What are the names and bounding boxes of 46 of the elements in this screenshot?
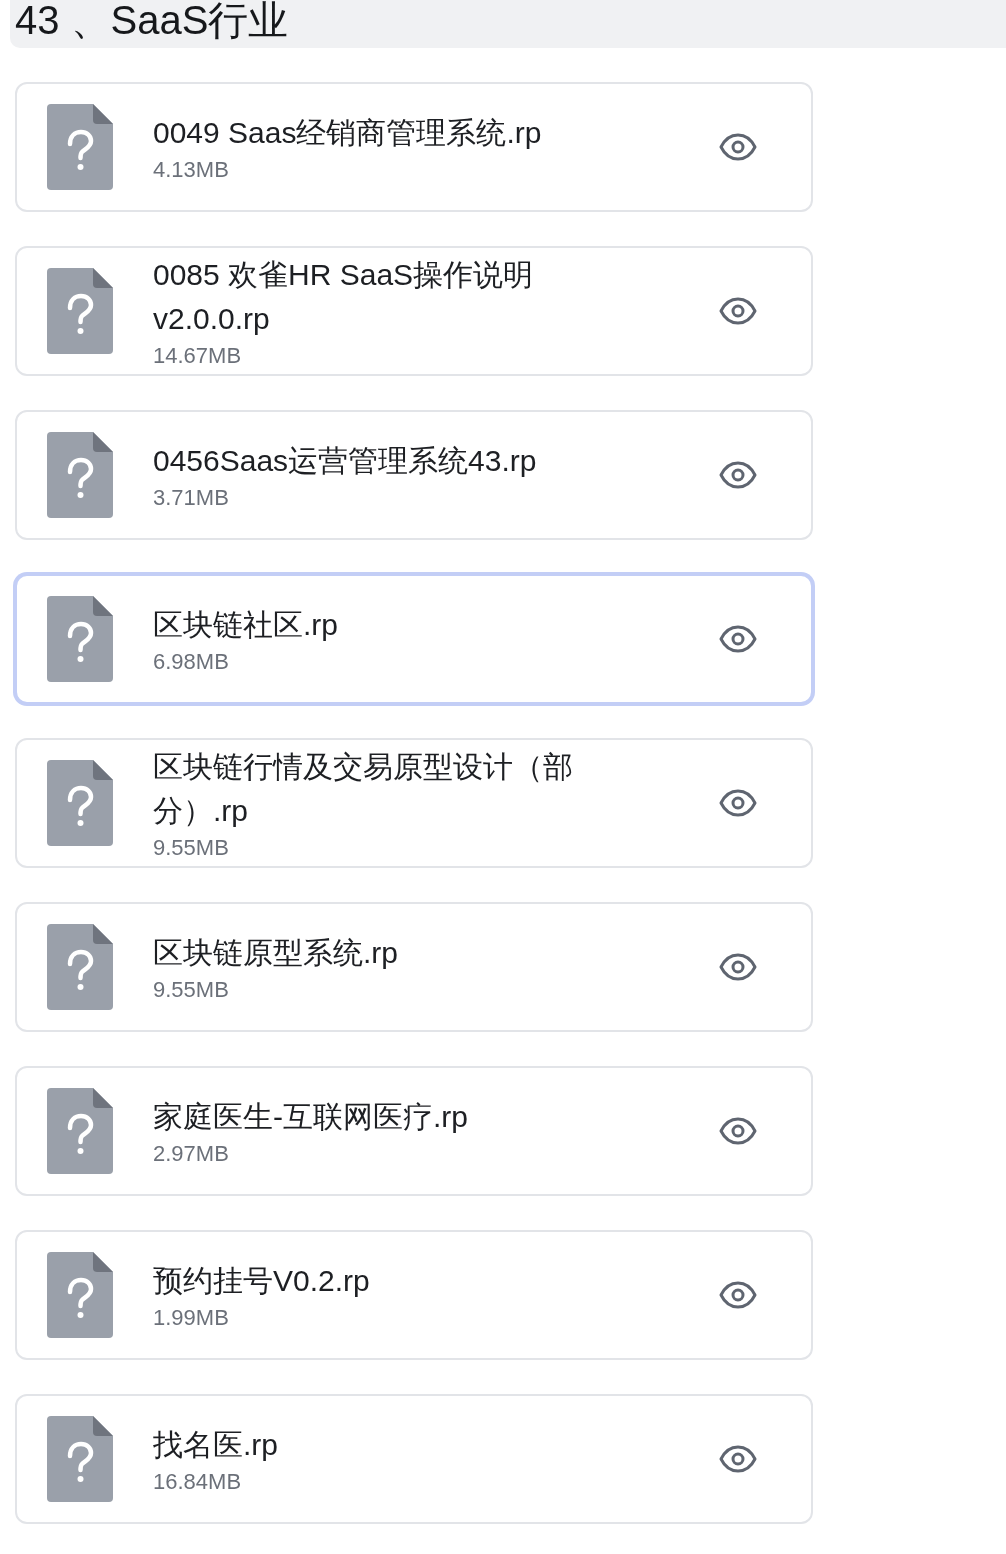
file-question-icon [47, 596, 113, 682]
file-question-icon [47, 760, 113, 846]
file-question-icon [47, 432, 113, 518]
file-question-icon [47, 924, 113, 1010]
file-size: 2.97MB [153, 1141, 230, 1167]
file-name: 找名医.rp [153, 1427, 279, 1463]
file-question-icon [47, 1416, 113, 1502]
file-card[interactable]: 家庭医生-互联网医疗.rp 2.97MB [15, 1066, 813, 1196]
file-name: 预约挂号V0.2.rp [153, 1263, 371, 1299]
eye-icon[interactable] [719, 1445, 757, 1473]
file-name: 区块链原型系统.rp [153, 935, 399, 971]
file-size: 14.67MB [153, 343, 243, 369]
file-size: 6.98MB [153, 649, 230, 675]
file-question-icon [47, 268, 113, 354]
file-card[interactable]: 区块链社区.rp 6.98MB [15, 574, 813, 704]
eye-icon[interactable] [719, 953, 757, 981]
file-name: 0456Saas运营管理系统43.rp [153, 443, 538, 479]
file-question-icon [47, 1252, 113, 1338]
file-name: 0049 Saas经销商管理系统.rp [153, 115, 543, 151]
file-card[interactable]: 找名医.rp 16.84MB [15, 1394, 813, 1524]
section-title: 43 、SaaS行业 [15, 0, 290, 40]
eye-icon[interactable] [719, 1281, 757, 1309]
eye-icon[interactable] [719, 297, 757, 325]
file-name: 家庭医生-互联网医疗.rp [153, 1099, 469, 1135]
eye-icon[interactable] [719, 789, 757, 817]
file-size: 16.84MB [153, 1469, 243, 1495]
file-card[interactable]: 预约挂号V0.2.rp 1.99MB [15, 1230, 813, 1360]
file-size: 9.55MB [153, 977, 230, 1003]
file-card[interactable]: 区块链行情及交易原型设计（部分）.rp 9.55MB [15, 738, 813, 868]
file-card[interactable]: 区块链原型系统.rp 9.55MB [15, 902, 813, 1032]
file-question-icon [47, 104, 113, 190]
file-size: 4.13MB [153, 157, 230, 183]
file-size: 3.71MB [153, 485, 230, 511]
eye-icon[interactable] [719, 625, 757, 653]
file-card[interactable]: 0085 欢雀HR SaaS操作说明 v2.0.0.rp 14.67MB [15, 246, 813, 376]
file-card[interactable]: 0456Saas运营管理系统43.rp 3.71MB [15, 410, 813, 540]
file-size: 9.55MB [153, 835, 230, 861]
eye-icon[interactable] [719, 1117, 757, 1145]
file-card[interactable]: 0049 Saas经销商管理系统.rp 4.13MB [15, 82, 813, 212]
file-name: 区块链社区.rp [153, 607, 339, 643]
eye-icon[interactable] [719, 461, 757, 489]
file-name: 区块链行情及交易原型设计（部分）.rp [153, 749, 574, 829]
file-name: 0085 欢雀HR SaaS操作说明 v2.0.0.rp [153, 257, 535, 337]
file-question-icon [47, 1088, 113, 1174]
file-size: 1.99MB [153, 1305, 230, 1331]
eye-icon[interactable] [719, 133, 757, 161]
